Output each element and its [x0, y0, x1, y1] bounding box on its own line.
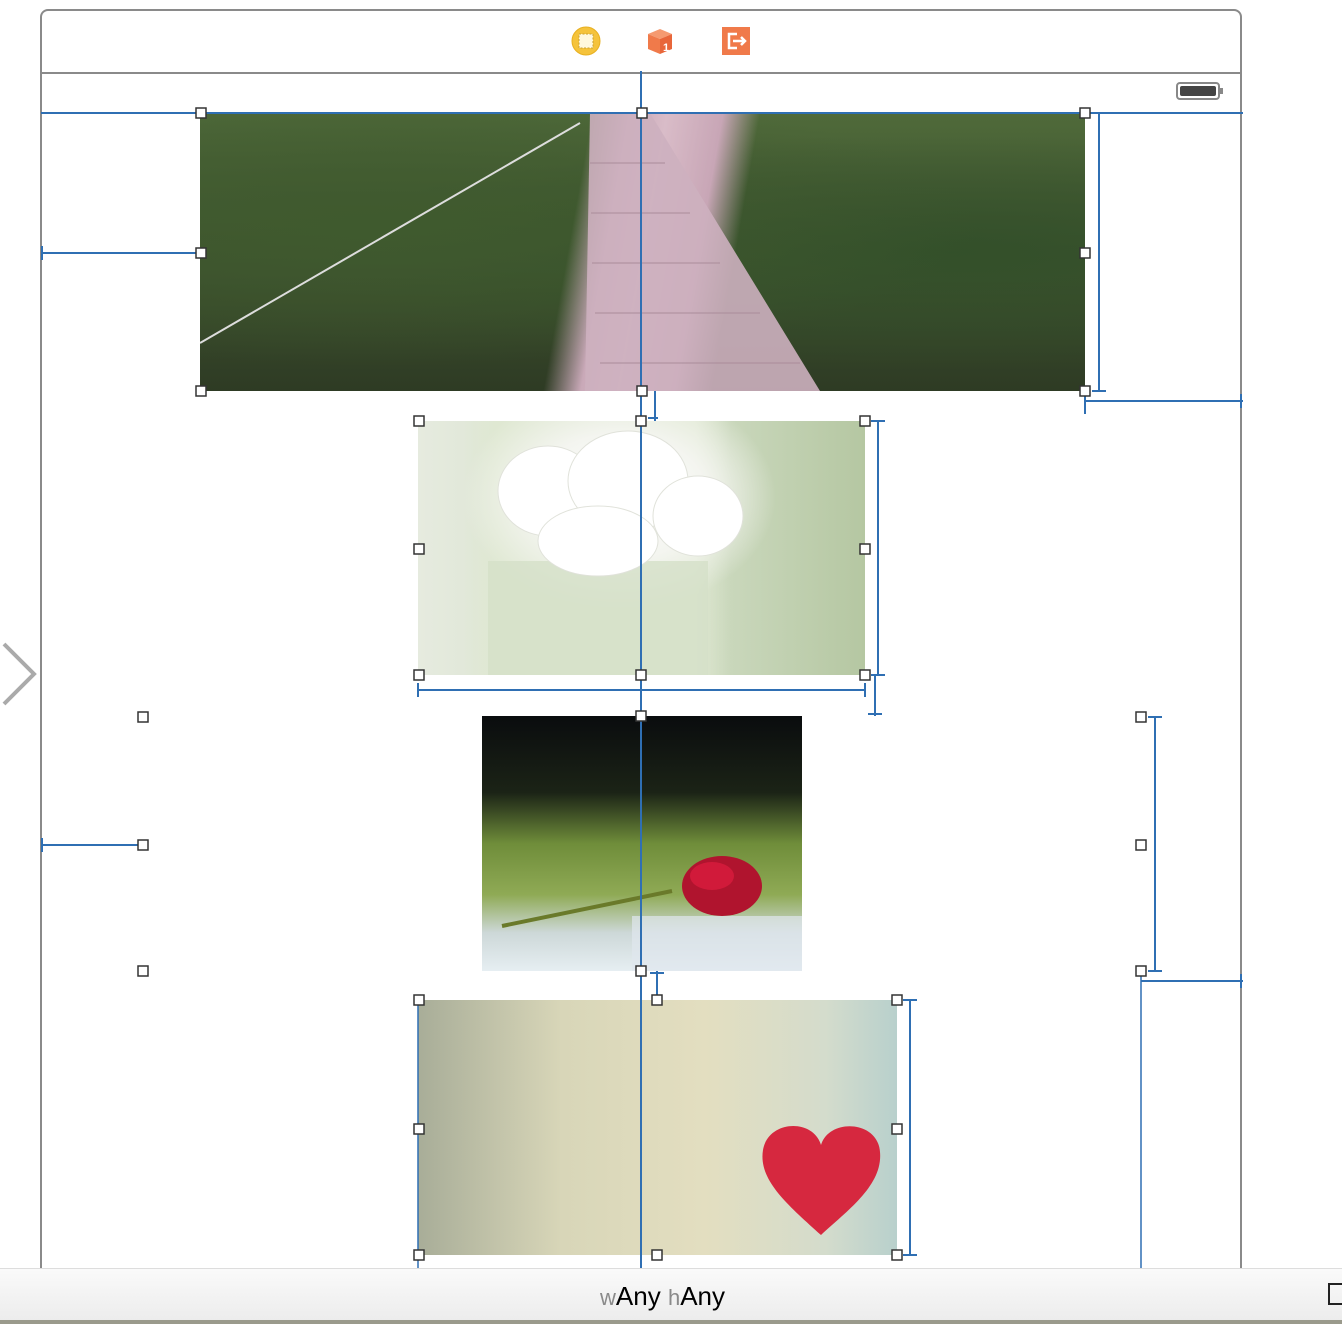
- document-outline-icon[interactable]: [1328, 1283, 1342, 1305]
- width-prefix: w: [600, 1285, 616, 1310]
- width-value: Any: [615, 1281, 661, 1311]
- height-prefix: h: [667, 1285, 681, 1310]
- height-value: Any: [680, 1281, 725, 1311]
- canvas-bottom-bar: wAny hAny: [0, 1268, 1342, 1321]
- size-class-button[interactable]: wAny hAny: [600, 1281, 725, 1312]
- window-bottom-edge: [0, 1320, 1342, 1324]
- constraints-overlay: [41, 71, 1243, 1268]
